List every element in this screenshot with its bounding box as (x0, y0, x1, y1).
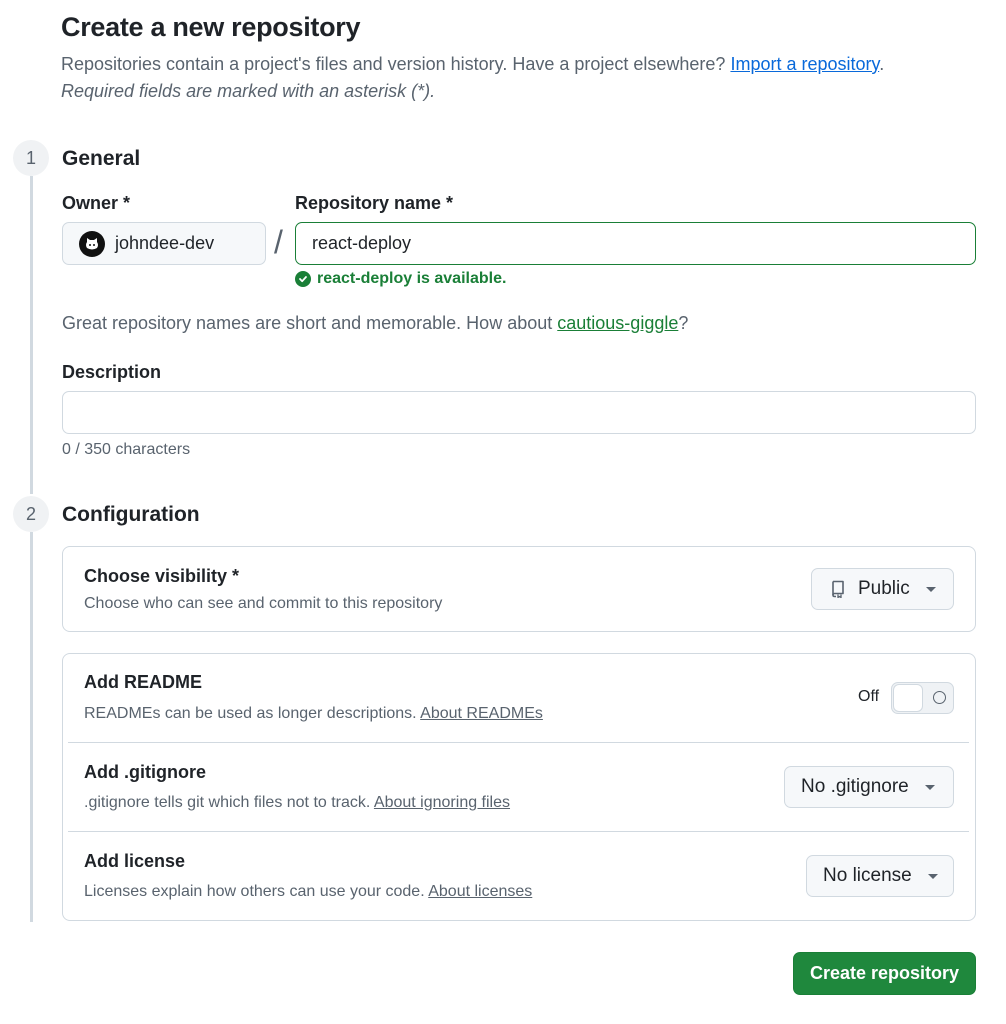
repo-icon (830, 580, 846, 598)
license-value: No license (823, 865, 912, 886)
toggle-off-icon (933, 691, 946, 704)
github-octocat-icon (86, 237, 98, 249)
license-desc-text: Licenses explain how others can use your… (84, 883, 425, 900)
visibility-value: Public (858, 578, 910, 599)
readme-toggle-label: Off (858, 688, 880, 705)
gitignore-dropdown[interactable]: No .gitignore (784, 766, 954, 808)
owner-name: johndee-dev (115, 233, 215, 253)
about-ignoring-files-link[interactable]: About ignoring files (374, 794, 510, 811)
owner-repo-separator: / (274, 224, 283, 260)
readme-title: Add README (84, 672, 202, 692)
step-line-configuration (30, 532, 33, 922)
availability-message: react-deploy is available. (295, 270, 506, 288)
step-line-general (30, 176, 33, 494)
character-count: 0 / 350 characters (62, 441, 191, 458)
readme-toggle[interactable] (891, 682, 954, 714)
check-circle-icon (295, 271, 311, 287)
section-title-general: General (62, 147, 141, 170)
subtitle-suffix: . (879, 54, 885, 74)
import-repository-link[interactable]: Import a repository (730, 54, 879, 74)
create-repository-button[interactable]: Create repository (793, 952, 976, 995)
license-title: Add license (84, 851, 186, 871)
suggested-name-link[interactable]: cautious-giggle (557, 313, 678, 333)
visibility-dropdown[interactable]: Public (811, 568, 954, 610)
readme-desc-text: READMEs can be used as longer descriptio… (84, 705, 417, 722)
gitignore-value: No .gitignore (801, 776, 909, 797)
about-licenses-link[interactable]: About licenses (428, 883, 532, 900)
chevron-down-icon (925, 586, 936, 592)
visibility-title: Choose visibility * (84, 566, 240, 586)
gitignore-desc-text: .gitignore tells git which files not to … (84, 794, 371, 811)
about-readmes-link[interactable]: About READMEs (420, 705, 543, 722)
readme-description: READMEs can be used as longer descriptio… (84, 705, 543, 723)
name-suggestion: Great repository names are short and mem… (62, 313, 688, 334)
description-label: Description (62, 362, 162, 382)
owner-label: Owner * (62, 193, 131, 213)
license-dropdown[interactable]: No license (806, 855, 954, 897)
page-title: Create a new repository (61, 12, 361, 42)
options-divider (68, 742, 969, 743)
repository-name-input[interactable] (295, 222, 976, 265)
section-title-configuration: Configuration (62, 503, 200, 526)
chevron-down-icon (927, 873, 938, 879)
availability-text: react-deploy is available. (317, 270, 507, 287)
page-subtitle: Repositories contain a project's files a… (61, 53, 884, 75)
repository-name-label: Repository name * (295, 193, 454, 213)
gitignore-title: Add .gitignore (84, 762, 206, 782)
required-fields-note: Required fields are marked with an aster… (61, 81, 436, 101)
suggestion-text: Great repository names are short and mem… (62, 313, 553, 333)
subtitle-text: Repositories contain a project's files a… (61, 54, 726, 74)
owner-dropdown[interactable]: johndee-dev (62, 222, 311, 265)
visibility-description: Choose who can see and commit to this re… (84, 595, 443, 612)
avatar (79, 230, 105, 257)
description-input[interactable] (62, 391, 976, 434)
suggestion-suffix: ? (678, 313, 689, 333)
license-description: Licenses explain how others can use your… (84, 883, 532, 901)
step-number-2: 2 (13, 496, 49, 532)
step-number-1: 1 (13, 140, 49, 176)
toggle-knob (893, 684, 923, 712)
chevron-down-icon (924, 784, 935, 790)
gitignore-description: .gitignore tells git which files not to … (84, 794, 510, 812)
options-divider (68, 831, 969, 832)
